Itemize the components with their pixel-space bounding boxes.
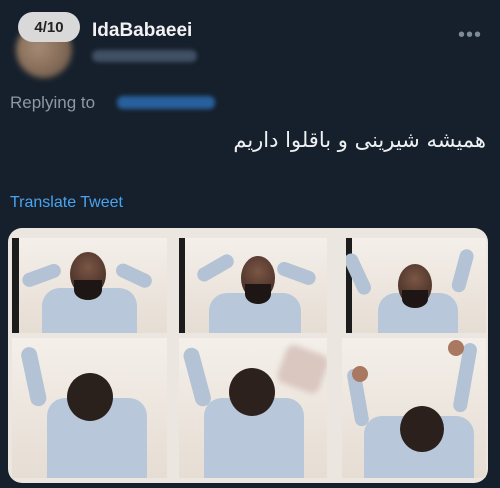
media-frame-1	[12, 238, 167, 333]
media-frame-3	[346, 238, 486, 333]
media-frame-2	[179, 238, 327, 333]
media-frame-6	[342, 338, 486, 478]
author-username[interactable]: IdaBabaeei	[92, 20, 192, 42]
more-horizontal-icon[interactable]: •••	[458, 24, 482, 47]
tweet-text: همیشه شیرینی و باقلوا داریم	[233, 128, 486, 152]
image-counter-badge: 4/10	[18, 12, 80, 42]
tweet-media-image[interactable]	[8, 228, 488, 483]
media-frame-4	[12, 338, 167, 478]
author-handle-redacted	[92, 50, 197, 62]
translate-tweet-link[interactable]: Translate Tweet	[10, 194, 123, 212]
reply-handle-redacted[interactable]	[117, 96, 215, 109]
media-frame-5	[179, 338, 327, 478]
replying-to-label: Replying to	[10, 93, 96, 112]
